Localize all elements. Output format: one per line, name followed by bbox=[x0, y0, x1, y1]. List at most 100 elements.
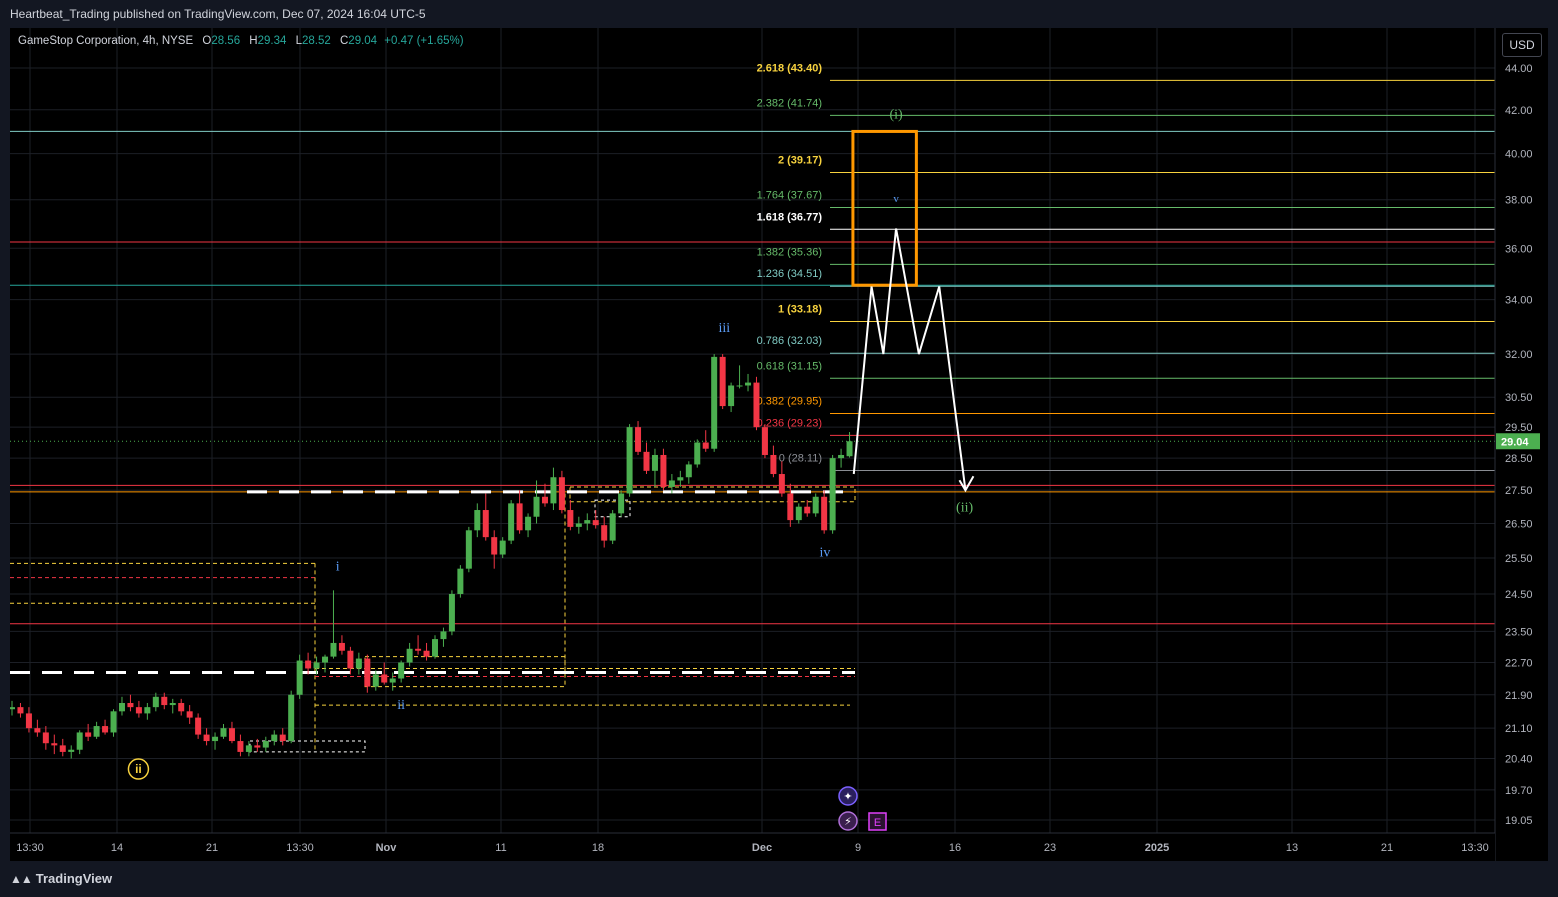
candle-body bbox=[389, 678, 396, 683]
price-tick-label: 40.00 bbox=[1505, 149, 1533, 161]
tradingview-logo-icon: ▲▲ bbox=[10, 871, 33, 886]
time-tick-label: 23 bbox=[1044, 842, 1056, 854]
candle-body bbox=[364, 658, 371, 687]
tradingview-logo[interactable]: ▲▲ TradingView bbox=[10, 871, 112, 886]
price-tick-label: 32.00 bbox=[1505, 349, 1533, 361]
candle-body bbox=[372, 674, 379, 687]
candle-body bbox=[296, 660, 303, 695]
candle-body bbox=[745, 382, 752, 386]
candle-body bbox=[448, 593, 455, 632]
candle-body bbox=[161, 696, 168, 706]
candle-body bbox=[347, 650, 354, 669]
candle-body bbox=[127, 702, 134, 708]
candle-body bbox=[626, 427, 633, 494]
time-tick-label: Dec bbox=[752, 842, 772, 854]
time-tick-label: 13:30 bbox=[286, 842, 314, 854]
candle-body bbox=[457, 568, 464, 594]
candle-body bbox=[288, 694, 295, 742]
price-tick-label: 28.50 bbox=[1505, 453, 1533, 465]
wave-label: (ii) bbox=[956, 501, 973, 516]
time-tick-label: 13:30 bbox=[1461, 842, 1489, 854]
currency-button[interactable]: USD bbox=[1502, 33, 1542, 57]
candle-body bbox=[237, 741, 244, 752]
candle-body bbox=[432, 639, 438, 657]
candle-body bbox=[228, 728, 235, 742]
time-tick-label: 21 bbox=[1381, 842, 1393, 854]
candle-body bbox=[770, 454, 777, 475]
price-tick-label: 25.50 bbox=[1505, 553, 1533, 565]
candle-body bbox=[415, 648, 422, 651]
candle-body bbox=[711, 356, 718, 449]
fib-level-label: 0.786 (32.03) bbox=[757, 335, 822, 347]
fib-level-label: 0 (28.11) bbox=[779, 453, 822, 465]
candle-body bbox=[601, 525, 608, 541]
symbol-name: GameStop Corporation, 4h, NYSE bbox=[18, 35, 194, 47]
candle-body bbox=[795, 506, 802, 521]
candle-body bbox=[694, 442, 701, 465]
candle-body bbox=[499, 540, 506, 555]
time-tick-label: 13 bbox=[1286, 842, 1298, 854]
wave-label: iv bbox=[820, 545, 831, 560]
fib-level-label: 0.618 (31.15) bbox=[757, 360, 822, 372]
candle-body bbox=[10, 707, 15, 710]
time-tick-label: 16 bbox=[949, 842, 961, 854]
current-price-tag-label: 29.04 bbox=[1501, 436, 1529, 448]
time-tick-label: 11 bbox=[495, 842, 506, 854]
candle-body bbox=[516, 503, 523, 531]
chart-area[interactable]: 2.618 (43.40) 2.382 (41.74) 2 (39.17) 1.764… bbox=[10, 28, 1548, 861]
wave-label: (i) bbox=[889, 107, 903, 122]
candle-body bbox=[728, 385, 735, 407]
price-tick-label: 19.05 bbox=[1505, 815, 1533, 827]
candle-body bbox=[609, 513, 616, 541]
symbol-legend: GameStop Corporation, 4h, NYSE O28.56 H2… bbox=[18, 35, 464, 47]
candle-body bbox=[135, 707, 142, 714]
candle-body bbox=[59, 745, 66, 752]
candle-body bbox=[152, 696, 159, 708]
high-label: H bbox=[249, 35, 258, 47]
candle-body bbox=[110, 711, 117, 733]
candle-body bbox=[169, 702, 176, 706]
candle-body bbox=[186, 711, 193, 718]
published-line: Heartbeat_Trading published on TradingVi… bbox=[0, 0, 1558, 28]
candle-body bbox=[262, 741, 269, 748]
candle-body bbox=[102, 726, 109, 733]
candle-body bbox=[584, 520, 591, 524]
price-tick-label: 23.50 bbox=[1505, 626, 1533, 638]
time-tick-label: 14 bbox=[111, 842, 123, 854]
candle-body bbox=[558, 477, 565, 511]
wave-label: ii bbox=[135, 762, 142, 776]
candle-body bbox=[17, 707, 24, 714]
time-tick-label: 9 bbox=[855, 842, 861, 854]
fib-level-label: 1.764 (37.67) bbox=[757, 190, 822, 202]
candle-body bbox=[829, 458, 836, 531]
candle-body bbox=[787, 493, 794, 521]
price-tick-label: 30.50 bbox=[1505, 392, 1533, 404]
candle-body bbox=[279, 734, 286, 742]
candle-body bbox=[381, 674, 388, 683]
candle-body bbox=[618, 493, 625, 514]
candle-body bbox=[474, 510, 481, 531]
candle-body bbox=[660, 454, 667, 487]
candle-body bbox=[821, 496, 828, 531]
candle-body bbox=[753, 382, 760, 428]
candle-body bbox=[220, 728, 227, 737]
price-tick-label: 26.50 bbox=[1505, 518, 1533, 530]
tradingview-brand: TradingView bbox=[35, 871, 113, 886]
price-tick-label: 20.40 bbox=[1505, 753, 1533, 765]
candle-body bbox=[761, 427, 768, 455]
candle-body bbox=[85, 732, 92, 737]
price-tick-label: 42.00 bbox=[1505, 105, 1533, 117]
candle-body bbox=[245, 745, 252, 752]
target-zone-box bbox=[851, 129, 918, 287]
candle-body bbox=[838, 454, 845, 459]
candle-body bbox=[144, 707, 151, 714]
time-tick-label: 13:30 bbox=[16, 842, 44, 854]
candle-body bbox=[330, 642, 337, 657]
candle-body bbox=[575, 523, 582, 527]
change-value: +0.47 (+1.65%) bbox=[384, 35, 464, 47]
candle-body bbox=[93, 726, 100, 737]
candle-body bbox=[254, 745, 261, 748]
price-tick-label: 22.70 bbox=[1505, 658, 1533, 670]
chart-canvas[interactable]: 2.618 (43.40) 2.382 (41.74) 2 (39.17) 1.764… bbox=[10, 28, 1548, 861]
footer bbox=[0, 861, 1558, 897]
